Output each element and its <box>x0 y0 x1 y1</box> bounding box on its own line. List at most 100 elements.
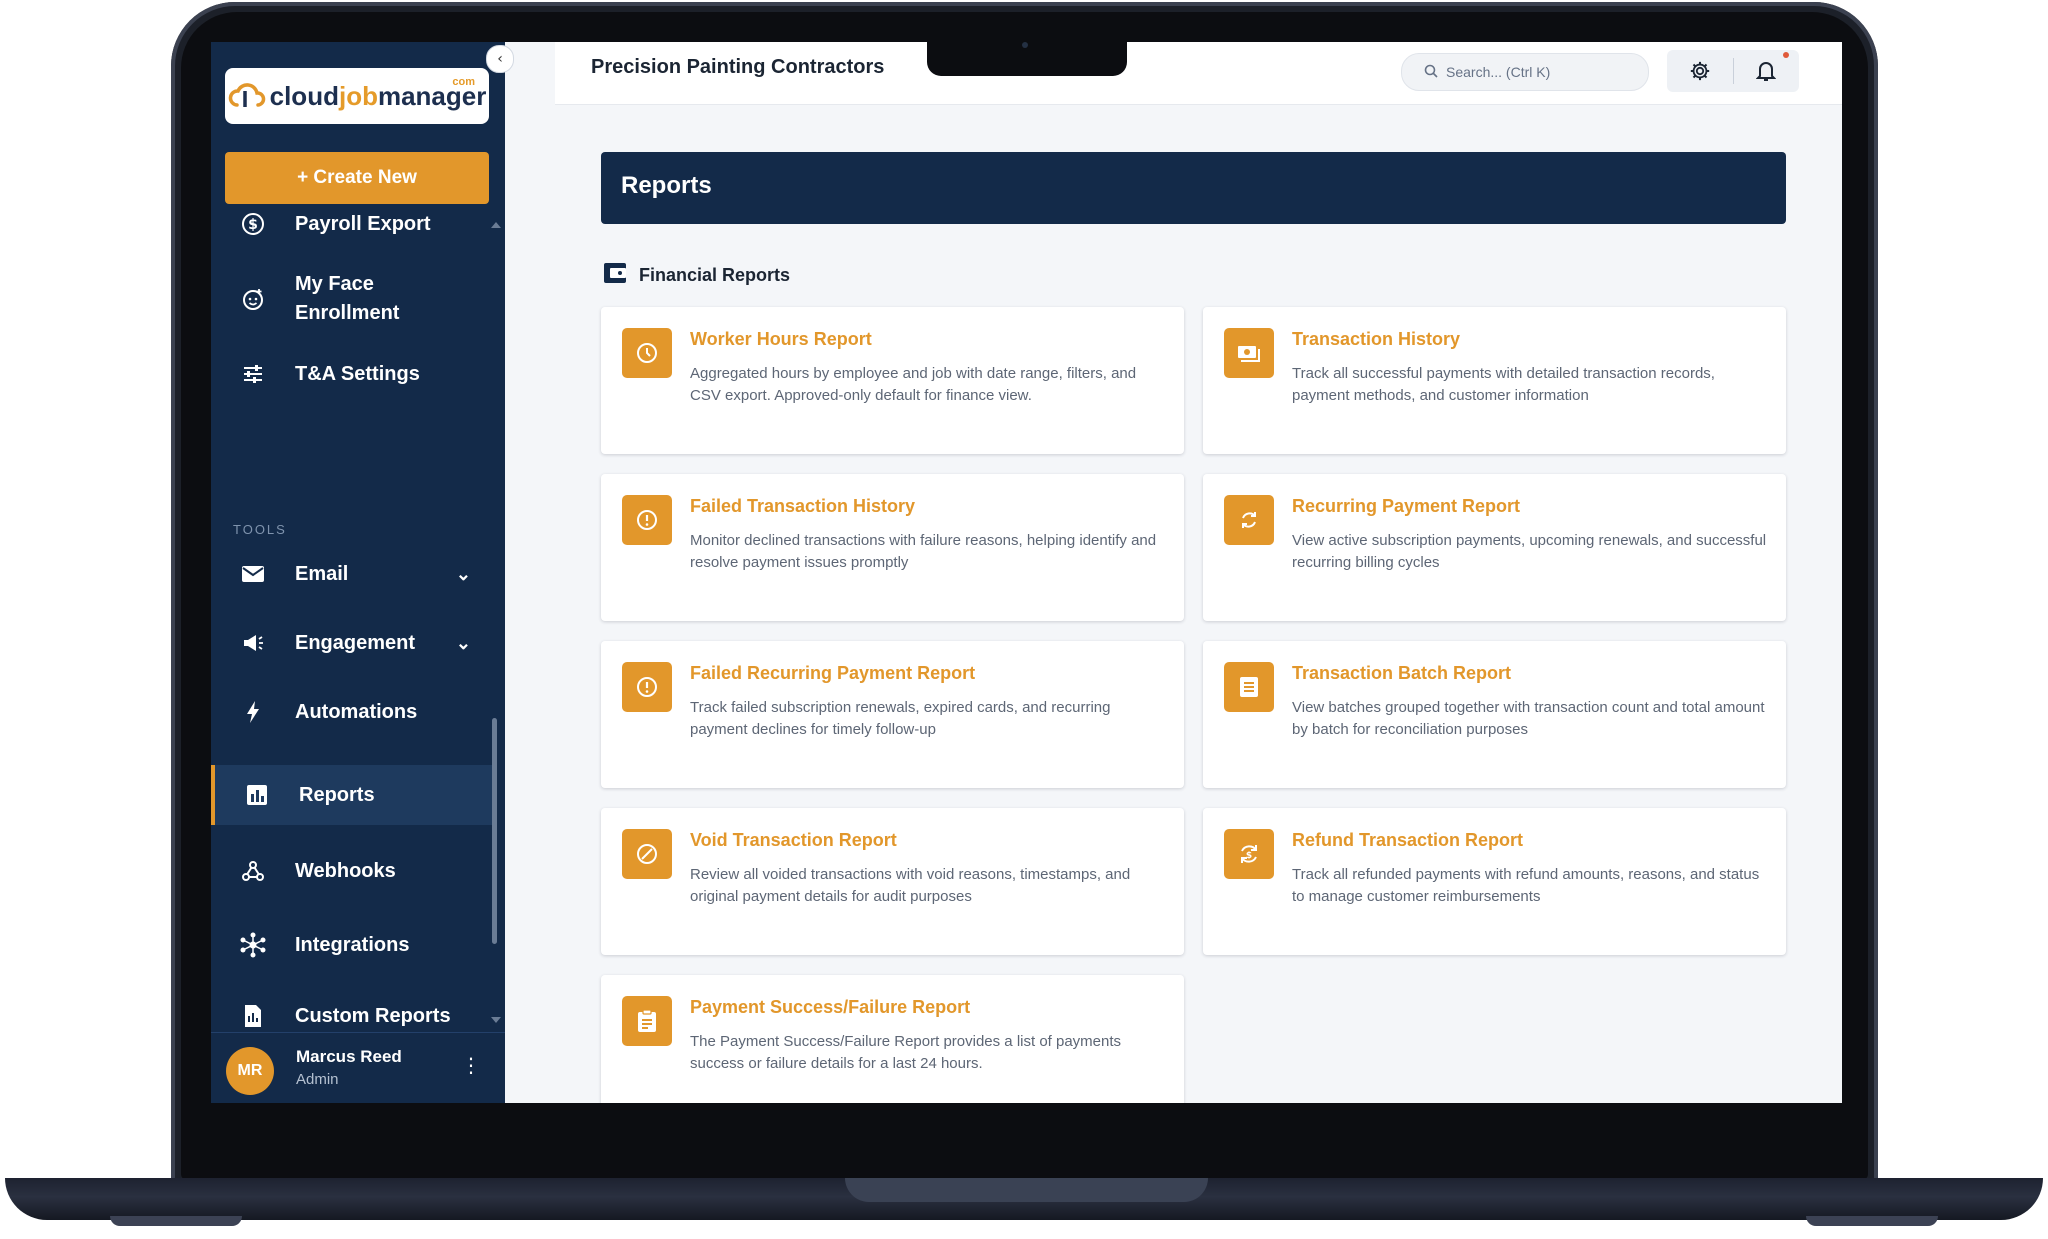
sidebar-item-email[interactable]: Email ⌄ <box>211 547 489 601</box>
bell-icon[interactable] <box>1734 60 1800 82</box>
mail-icon <box>238 564 268 584</box>
sidebar-item-label: Reports <box>299 783 375 806</box>
company-name: Precision Painting Contractors <box>591 56 885 78</box>
card-description: View batches grouped together with trans… <box>1292 699 1765 738</box>
card-title[interactable]: Payment Success/Failure Report <box>690 997 970 1018</box>
chevron-down-icon: ⌄ <box>455 563 471 584</box>
sliders-icon <box>238 362 268 386</box>
sidebar-scrollbar[interactable] <box>492 718 497 944</box>
sidebar-item-label: My Face Enrollment <box>295 273 400 324</box>
sidebar-item-label: Payroll Export <box>295 212 431 235</box>
clock-icon <box>622 328 672 378</box>
report-card-failed-transaction-history[interactable]: Failed Transaction History Monitor decli… <box>601 474 1184 621</box>
card-title[interactable]: Transaction Batch Report <box>1292 663 1511 684</box>
card-title[interactable]: Refund Transaction Report <box>1292 830 1523 851</box>
topbar-actions <box>1667 50 1799 92</box>
card-description: Track all refunded payments with refund … <box>1292 866 1760 905</box>
alert-circle-icon <box>622 662 672 712</box>
screen: cloud job manager com ‹ + Create New $ Pay… <box>211 42 1842 1103</box>
refund-icon: $ <box>1224 829 1274 879</box>
card-description: Aggregated hours by employee and job wit… <box>690 365 1137 404</box>
bar-chart-icon <box>242 784 272 806</box>
wallet-icon <box>603 262 627 289</box>
user-name: Marcus Reed <box>296 1047 402 1066</box>
search-placeholder: Search... (Ctrl K) <box>1446 64 1551 80</box>
user-profile[interactable]: MR Marcus Reed Admin ⋮ <box>211 1032 505 1103</box>
sidebar-item-reports[interactable]: Reports <box>211 765 493 825</box>
card-description: View active subscription payments, upcom… <box>1292 532 1767 571</box>
card-description: Track failed subscription renewals, expi… <box>690 699 1111 738</box>
sidebar-item-engagement[interactable]: Engagement ⌄ <box>211 616 489 670</box>
card-description: Track all successful payments with detai… <box>1292 365 1715 404</box>
card-description: Review all voided transactions with void… <box>690 866 1131 905</box>
cash-icon <box>1224 328 1274 378</box>
page-title: Reports <box>621 172 712 199</box>
list-doc-icon <box>1224 662 1274 712</box>
report-card-transaction-history[interactable]: Transaction History Track all successful… <box>1203 307 1786 454</box>
integrations-icon <box>238 932 268 958</box>
more-options-icon[interactable]: ⋮ <box>461 1055 481 1075</box>
card-title[interactable]: Failed Transaction History <box>690 496 915 517</box>
search-input[interactable]: Search... (Ctrl K) <box>1401 53 1649 91</box>
section-title: Financial Reports <box>639 265 791 285</box>
laptop-foot-left <box>110 1216 242 1226</box>
avatar[interactable]: MR <box>226 1047 274 1095</box>
card-title[interactable]: Recurring Payment Report <box>1292 496 1520 517</box>
laptop-foot-right <box>1806 1216 1938 1226</box>
report-card-recurring-payment[interactable]: Recurring Payment Report View active sub… <box>1203 474 1786 621</box>
sidebar-item-integrations[interactable]: Integrations <box>211 915 489 975</box>
clipboard-icon <box>622 996 672 1046</box>
lightning-icon <box>238 700 268 724</box>
laptop-base-notch <box>845 1178 1208 1202</box>
refresh-icon <box>1224 495 1274 545</box>
sidebar-item-face-enrollment[interactable]: My Face Enrollment <box>211 257 489 341</box>
report-card-void-transaction[interactable]: Void Transaction Report Review all voide… <box>601 808 1184 955</box>
void-icon <box>622 829 672 879</box>
card-title[interactable]: Worker Hours Report <box>690 329 872 350</box>
card-description: The Payment Success/Failure Report provi… <box>690 1033 1122 1072</box>
sidebar-item-ta-settings[interactable]: T&A Settings <box>211 342 489 406</box>
tools-section-label: TOOLS <box>233 522 287 537</box>
sidebar-item-label: T&A Settings <box>295 362 420 385</box>
dollar-circle-icon: $ <box>238 212 268 236</box>
sidebar-item-label: Integrations <box>295 933 410 956</box>
logo-text-com: com <box>452 76 475 88</box>
card-description: Monitor declined transactions with failu… <box>690 532 1157 571</box>
collapse-sidebar-button[interactable]: ‹ <box>486 45 514 73</box>
report-card-payment-success-failure[interactable]: Payment Success/Failure Report The Payme… <box>601 975 1184 1103</box>
sidebar-item-label: Engagement <box>295 631 416 654</box>
sidebar-item-webhooks[interactable]: Webhooks <box>211 841 489 901</box>
sidebar: cloud job manager com ‹ + Create New $ Pay… <box>211 42 514 1103</box>
logo-text-cloud: cloud <box>269 80 339 111</box>
cloud-logo-icon <box>228 83 265 107</box>
sidebar-item-label: Webhooks <box>295 859 396 882</box>
sidebar-item-payroll-export[interactable]: $ Payroll Export <box>211 192 489 256</box>
chevron-down-icon: ⌄ <box>455 632 471 653</box>
svg-text:$: $ <box>1246 851 1252 861</box>
report-card-worker-hours[interactable]: Worker Hours Report Aggregated hours by … <box>601 307 1184 454</box>
webhook-icon <box>238 859 268 883</box>
report-card-failed-recurring-payment[interactable]: Failed Recurring Payment Report Track fa… <box>601 641 1184 788</box>
report-card-refund-transaction[interactable]: $ Refund Transaction Report Track all re… <box>1203 808 1786 955</box>
card-title[interactable]: Void Transaction Report <box>690 830 897 851</box>
camera-icon <box>1022 42 1028 48</box>
page-header: Reports <box>601 152 1786 224</box>
megaphone-icon <box>238 632 268 654</box>
face-scan-icon <box>238 287 268 311</box>
card-title[interactable]: Failed Recurring Payment Report <box>690 663 975 684</box>
search-icon <box>1424 64 1438 81</box>
scroll-up-arrow[interactable] <box>491 222 501 228</box>
logo[interactable]: cloud job manager com <box>225 68 489 124</box>
svg-text:$: $ <box>248 217 258 233</box>
document-icon <box>238 1004 268 1028</box>
scroll-down-arrow[interactable] <box>491 1017 501 1023</box>
sidebar-item-label: Email <box>295 562 349 585</box>
financial-reports-heading: Financial Reports <box>603 262 790 289</box>
report-card-transaction-batch[interactable]: Transaction Batch Report View batches gr… <box>1203 641 1786 788</box>
gear-icon[interactable] <box>1667 60 1733 82</box>
card-title[interactable]: Transaction History <box>1292 329 1460 350</box>
user-role: Admin <box>296 1071 339 1088</box>
notification-dot <box>1783 52 1789 58</box>
logo-text-job: job <box>338 80 378 111</box>
sidebar-item-automations[interactable]: Automations <box>211 685 489 739</box>
